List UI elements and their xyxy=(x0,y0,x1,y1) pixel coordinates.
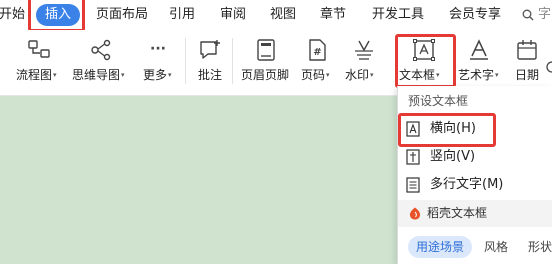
tab-references[interactable]: 引用 xyxy=(169,0,195,30)
flowchart-dropdown-caret: ▾ xyxy=(53,71,57,79)
tab-member-exclusive[interactable]: 会员专享 xyxy=(449,0,501,30)
tab-home[interactable]: 开始 xyxy=(0,0,25,30)
preset-textbox-heading: 预设文本框 xyxy=(408,94,469,108)
vertical-textbox-item[interactable]: 竖向(V) xyxy=(398,144,552,170)
wordart-icon[interactable] xyxy=(467,38,491,62)
tab-shape[interactable]: 形状 xyxy=(528,236,552,258)
horizontal-textbox-icon xyxy=(406,121,420,137)
date-button[interactable]: 日期 xyxy=(515,67,539,83)
multiline-textbox-icon xyxy=(406,177,420,193)
mindmap-dropdown-caret: ▾ xyxy=(121,71,125,79)
partial-ribbon-icon[interactable] xyxy=(545,60,552,74)
ribbon-tab-bar: 开始 插入 页面布局 引用 审阅 视图 章节 开发工具 会员专享 字 xyxy=(0,0,552,30)
vertical-textbox-icon xyxy=(406,149,420,165)
tab-view[interactable]: 视图 xyxy=(270,0,296,30)
header-footer-button[interactable]: 页眉页脚 xyxy=(241,67,289,83)
textbox-dropdown-menu: 预设文本框 横向(H) 竖向(V) 多行文字(M) 稻壳文本框 用途场景 风格 … xyxy=(397,86,552,264)
tab-review[interactable]: 审阅 xyxy=(220,0,246,30)
flowchart-button[interactable]: 流程图▾ xyxy=(16,67,57,83)
horizontal-textbox-label: 横向(H) xyxy=(430,121,476,136)
wordart-button[interactable]: 艺术字▾ xyxy=(458,67,499,83)
vertical-textbox-label: 竖向(V) xyxy=(430,149,476,164)
textbox-category-tabs: 用途场景 风格 形状 xyxy=(398,236,552,262)
tab-insert[interactable]: 插入 xyxy=(36,4,81,26)
search-icon[interactable] xyxy=(522,9,534,21)
ribbon-separator xyxy=(185,38,186,84)
tab-usage-scenario[interactable]: 用途场景 xyxy=(408,236,473,258)
header-footer-icon[interactable] xyxy=(254,38,278,62)
daoke-icon xyxy=(409,207,421,220)
more-button[interactable]: 更多▾ xyxy=(143,67,172,83)
tab-section[interactable]: 章节 xyxy=(320,0,346,30)
more-icon[interactable]: ··· xyxy=(146,38,170,62)
tab-page-layout[interactable]: 页面布局 xyxy=(96,0,148,30)
page-number-glyph: # xyxy=(313,47,321,58)
calendar-icon[interactable] xyxy=(515,38,539,62)
mindmap-button[interactable]: 思维导图▾ xyxy=(72,67,125,83)
daoke-textbox-label: 稻壳文本框 xyxy=(427,206,488,220)
watermark-button[interactable]: 水印▾ xyxy=(345,67,374,83)
textbox-icon[interactable] xyxy=(412,38,436,62)
tab-developer-tools[interactable]: 开发工具 xyxy=(372,0,424,30)
multiline-textbox-label: 多行文字(M) xyxy=(430,177,504,192)
ribbon-separator xyxy=(232,38,233,84)
multiline-textbox-item[interactable]: 多行文字(M) xyxy=(398,172,552,198)
horizontal-textbox-item[interactable]: 横向(H) xyxy=(398,116,552,142)
more-dropdown-caret: ▾ xyxy=(168,71,172,79)
flowchart-icon[interactable] xyxy=(27,38,51,62)
textbox-button[interactable]: 文本框▾ xyxy=(399,67,440,83)
comment-icon[interactable] xyxy=(198,38,222,62)
page-number-button[interactable]: 页码▾ xyxy=(301,67,330,83)
wordart-dropdown-caret: ▾ xyxy=(495,71,499,79)
tab-style[interactable]: 风格 xyxy=(484,236,508,258)
comment-button[interactable]: 批注 xyxy=(198,67,222,83)
search-hint-text: 字 xyxy=(538,7,552,22)
watermark-dropdown-caret: ▾ xyxy=(370,71,374,79)
watermark-icon[interactable] xyxy=(352,38,376,62)
mindmap-icon[interactable] xyxy=(89,38,113,62)
textbox-dropdown-caret: ▾ xyxy=(436,71,440,79)
daoke-textbox-section[interactable]: 稻壳文本框 xyxy=(398,200,552,227)
page-number-dropdown-caret: ▾ xyxy=(326,71,330,79)
page-number-icon[interactable]: # xyxy=(305,38,329,62)
document-canvas[interactable] xyxy=(0,96,397,264)
